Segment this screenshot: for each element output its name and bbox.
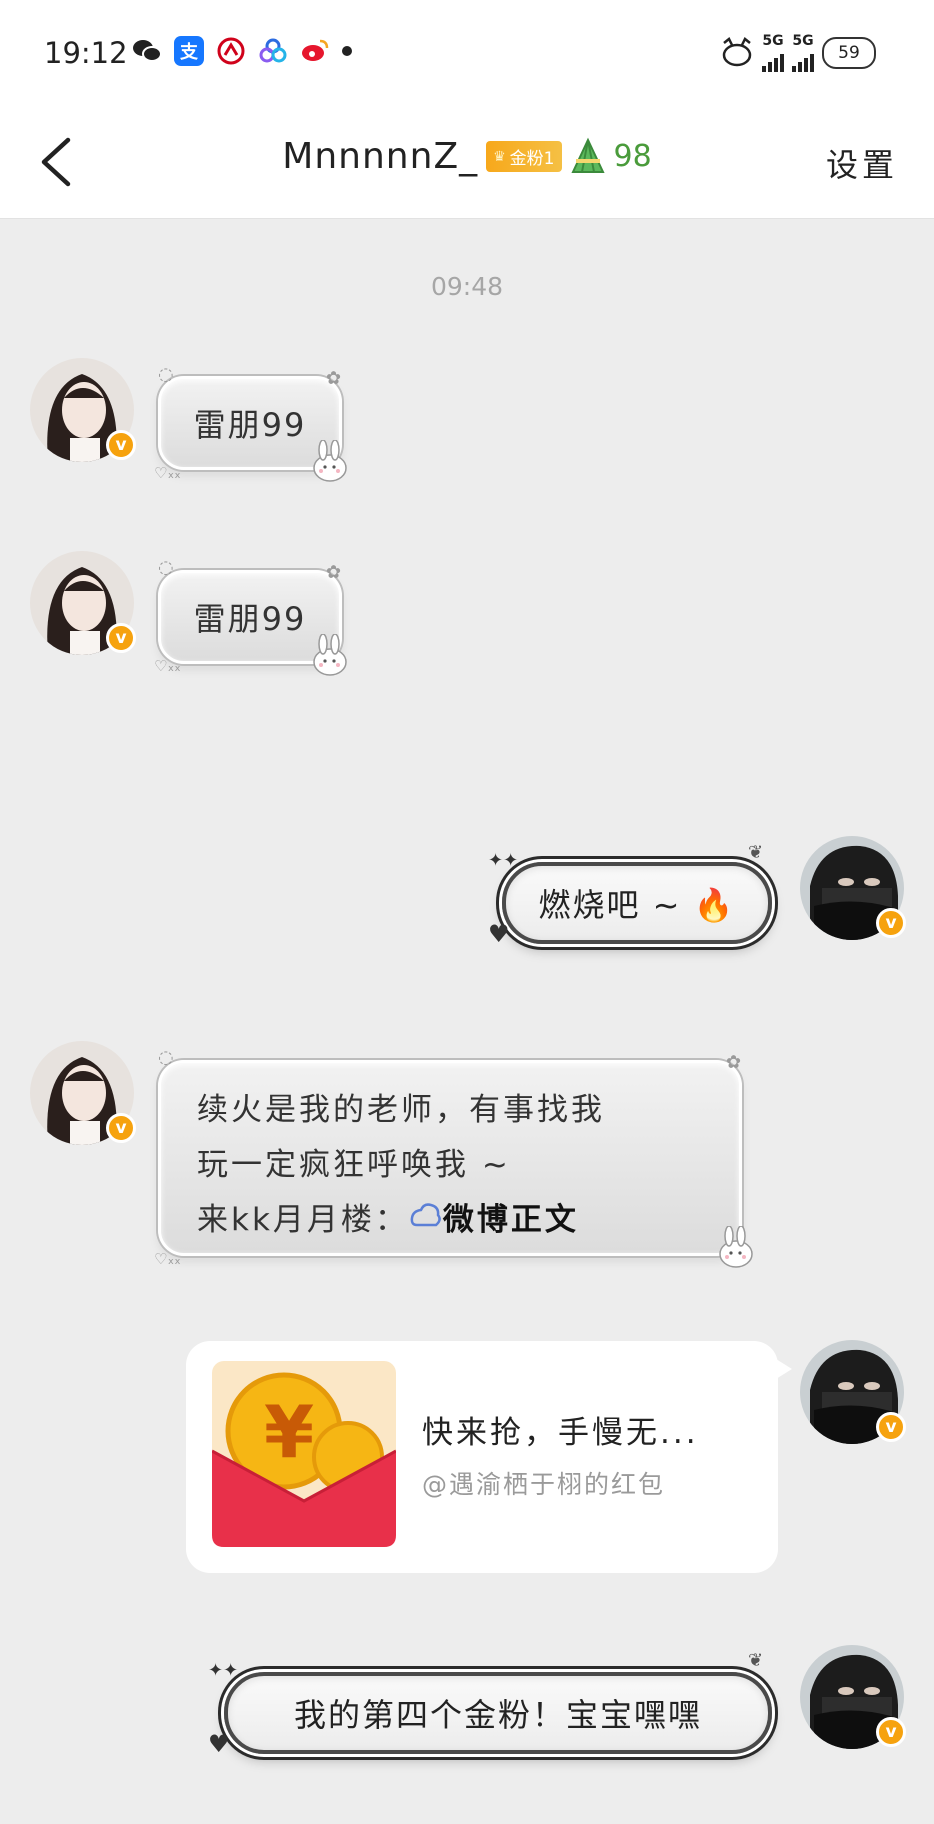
crown-icon: ♛ — [493, 148, 506, 165]
my-avatar[interactable]: v — [800, 836, 906, 940]
bunny-sticker-icon — [313, 634, 347, 676]
bubble-decoration: ◌ — [158, 1047, 174, 1068]
contact-avatar[interactable]: v — [30, 1041, 136, 1145]
heart-decoration-icon: ♥ — [488, 920, 510, 948]
pay-app-icon — [258, 36, 288, 66]
status-bar: 19:12 支 5G 5G 59 — [0, 0, 934, 106]
message-bubble[interactable]: 续火是我的老师，有事找我 玩一定疯狂呼唤我 ~ 来kk月月楼： 微博正文 — [158, 1060, 742, 1256]
butterfly-decoration-icon: ❦ — [748, 842, 764, 863]
message-bubble[interactable]: 我的第四个金粉！宝宝嘿嘿 — [224, 1672, 772, 1754]
cat-decoration-icon — [720, 36, 754, 70]
fan-score: 98 — [613, 139, 652, 174]
bunny-sticker-icon — [313, 440, 347, 482]
heart-decoration-icon: ♡ₓₓ — [154, 1250, 181, 1268]
butterfly-decoration-icon: ❦ — [748, 1650, 764, 1671]
network-2: 5G — [792, 34, 814, 72]
network-1: 5G — [762, 34, 784, 72]
my-avatar[interactable]: v — [800, 1645, 906, 1749]
notification-icons: 支 — [132, 36, 352, 66]
sparkle-decoration-icon: ✦✦ — [488, 850, 519, 871]
red-packet-subtitle: @遇渝栖于栩的红包 — [422, 1470, 666, 1499]
verified-badge: v — [106, 623, 136, 653]
weibo-icon — [300, 36, 330, 66]
weibo-post-link[interactable]: 微博正文 — [443, 1202, 579, 1238]
my-avatar[interactable]: v — [800, 1340, 906, 1444]
verified-badge: v — [876, 1717, 906, 1747]
battery-indicator: 59 — [822, 37, 876, 69]
red-packet-title: 快来抢，手慢无... — [422, 1415, 699, 1451]
settings-button[interactable]: 设置 — [826, 140, 898, 186]
svg-text:¥: ¥ — [264, 1390, 314, 1474]
red-packet-card[interactable]: ¥ 快来抢，手慢无... @遇渝栖于栩的红包 — [186, 1341, 792, 1573]
bank-icon — [216, 36, 246, 66]
verified-badge: v — [876, 908, 906, 938]
status-time: 19:12 — [44, 36, 128, 70]
weibo-link-icon — [409, 1194, 443, 1249]
bubble-decoration: ◌ — [158, 557, 174, 578]
contact-avatar[interactable]: v — [30, 358, 136, 462]
contact-name[interactable]: MnnnnnZ_ — [282, 136, 478, 177]
heart-decoration-icon: ♡ₓₓ — [154, 464, 181, 482]
bubble-decoration: ✿ — [326, 562, 342, 583]
status-right: 5G 5G 59 — [720, 34, 876, 72]
bunny-sticker-icon — [719, 1226, 753, 1268]
message-timestamp: 09:48 — [430, 272, 504, 301]
message-line: 续火是我的老师，有事找我 — [197, 1092, 605, 1128]
sparkle-decoration-icon: ✦✦ — [208, 1660, 239, 1681]
verified-badge: v — [106, 430, 136, 460]
bubble-decoration: ✿ — [326, 368, 342, 389]
wechat-icon — [132, 36, 162, 66]
message-line: 玩一定疯狂呼唤我 ~ — [197, 1147, 511, 1183]
red-packet-icon: ¥ — [212, 1361, 396, 1547]
fan-level-badge: ♛ 金粉1 — [486, 141, 562, 172]
chat-title: MnnnnnZ_ ♛ 金粉1 98 — [0, 136, 934, 177]
message-bubble[interactable]: 燃烧吧 ~ 🔥 — [502, 862, 772, 944]
chat-screen: 19:12 支 5G 5G 59 MnnnnnZ_ ♛ 金粉1 98 设置 09… — [0, 0, 934, 1824]
verified-badge: v — [876, 1412, 906, 1442]
alipay-icon: 支 — [174, 36, 204, 66]
heart-decoration-icon: ♡ₓₓ — [154, 657, 181, 675]
zongzi-icon — [570, 137, 605, 173]
bubble-decoration: ✿ — [726, 1052, 742, 1073]
more-notifications-dot — [342, 46, 352, 56]
message-line: 来kk月月楼： 微博正文 — [197, 1193, 739, 1249]
bubble-decoration: ◌ — [158, 364, 174, 385]
heart-decoration-icon: ♥ — [208, 1730, 230, 1758]
chat-header: MnnnnnZ_ ♛ 金粉1 98 设置 — [0, 106, 934, 219]
contact-avatar[interactable]: v — [30, 551, 136, 655]
verified-badge: v — [106, 1113, 136, 1143]
